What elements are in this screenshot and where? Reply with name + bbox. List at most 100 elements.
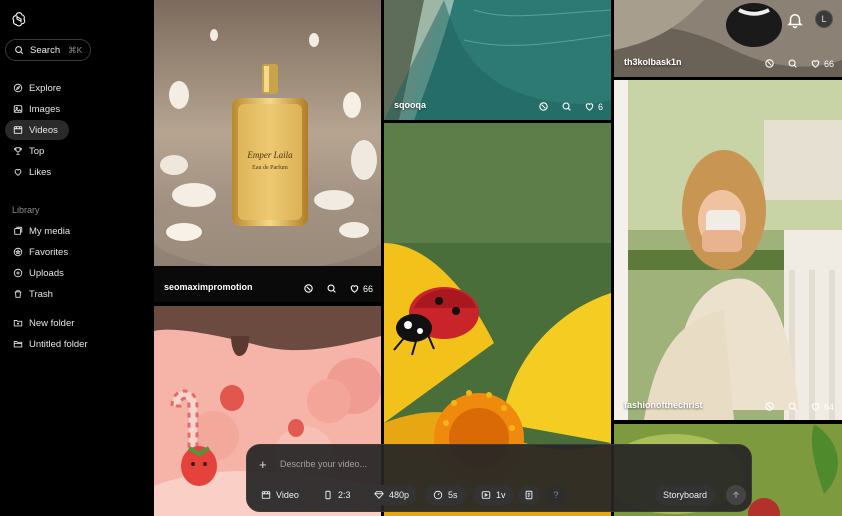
like-button[interactable]: 66 <box>349 283 373 294</box>
tile-actions: 64 <box>764 401 834 412</box>
search-shortcut: ⌘K <box>68 44 83 55</box>
tile-author[interactable]: sqooqa <box>394 100 426 110</box>
nav-label: Videos <box>29 124 58 136</box>
gallery-tile-aerial-water[interactable]: sqooqa 6 <box>384 0 611 120</box>
variations-button[interactable]: 1v <box>473 485 514 505</box>
search-similar-button[interactable] <box>326 283 337 294</box>
nav-item-my-media[interactable]: My media <box>5 221 95 241</box>
user-avatar[interactable]: L <box>815 10 833 28</box>
video-icon <box>261 491 271 499</box>
nav-label: Top <box>29 145 45 157</box>
nav-item-explore[interactable]: Explore <box>5 78 69 98</box>
trash-icon <box>14 290 22 298</box>
add-attachment-button[interactable]: + <box>259 457 267 472</box>
tile-author[interactable]: fashionofthechrist <box>624 400 703 410</box>
nav-label: New folder <box>29 317 75 329</box>
nav-label: My media <box>29 225 71 237</box>
like-count: 66 <box>823 58 834 69</box>
heart-icon <box>350 285 359 293</box>
sidebar: Search ⌘K Explore Images Videos Top Like… <box>0 0 154 516</box>
gallery-tile-skunk[interactable]: th3kolbask1n 66 <box>614 0 842 77</box>
variations-label: 1v <box>496 490 506 500</box>
tile-actions: 6 <box>538 101 603 112</box>
search-similar-button[interactable] <box>787 58 798 69</box>
submit-button[interactable] <box>726 485 746 505</box>
nav-item-top[interactable]: Top <box>5 141 69 161</box>
nav-item-images[interactable]: Images <box>5 99 69 119</box>
folder-icon <box>13 341 23 348</box>
heart-icon <box>585 103 594 111</box>
remix-button[interactable] <box>538 101 549 112</box>
perfume-image: Emper Laila Eau de Parfum <box>154 0 381 266</box>
remix-icon <box>304 284 313 293</box>
nav-item-favorites[interactable]: Favorites <box>5 242 95 262</box>
nav-item-videos[interactable]: Videos <box>5 120 69 140</box>
resolution-label: 480p <box>389 490 410 500</box>
library-section-label: Library <box>12 205 40 215</box>
search-icon <box>788 402 797 411</box>
video-icon <box>13 126 23 134</box>
prompt-input[interactable] <box>280 459 580 469</box>
clock-icon <box>433 490 443 500</box>
nav-label: Images <box>29 103 61 115</box>
nav-label: Likes <box>29 166 52 178</box>
like-count: 66 <box>362 283 373 294</box>
tile-author[interactable]: th3kolbask1n <box>624 57 682 67</box>
search-similar-button[interactable] <box>787 401 798 412</box>
search-button[interactable]: Search ⌘K <box>5 39 91 61</box>
prompt-composer: + Video 2:3 480p 5s 1v ? Storyboard <box>246 444 752 512</box>
image-icon <box>13 105 23 113</box>
search-icon <box>788 59 797 68</box>
like-count: 6 <box>597 101 603 112</box>
document-icon <box>525 490 533 500</box>
woman-coffee-image <box>614 80 842 420</box>
heart-icon <box>811 403 820 411</box>
portrait-icon <box>325 490 331 500</box>
resolution-button[interactable]: 480p <box>366 485 418 505</box>
app-logo-icon[interactable] <box>11 11 27 27</box>
search-icon <box>15 46 24 55</box>
like-button[interactable]: 66 <box>810 58 834 69</box>
nav-label: Favorites <box>29 246 69 258</box>
help-button[interactable]: ? <box>546 485 566 505</box>
aspect-ratio-button[interactable]: 2:3 <box>315 485 359 505</box>
star-icon <box>13 247 23 257</box>
remix-button[interactable] <box>764 401 775 412</box>
like-button[interactable]: 64 <box>810 401 834 412</box>
nav-label: Untitled folder <box>29 338 88 350</box>
remix-button[interactable] <box>303 283 314 294</box>
search-similar-button[interactable] <box>561 101 572 112</box>
trophy-icon <box>14 147 22 155</box>
new-folder-icon <box>13 320 23 327</box>
media-type-button[interactable]: Video <box>253 485 307 505</box>
remix-icon <box>765 402 774 411</box>
nav-label: Uploads <box>29 267 64 279</box>
storyboard-button[interactable]: Storyboard <box>655 485 716 505</box>
gallery-tile-perfume[interactable]: Emper Laila Eau de Parfum seomaximpromot… <box>154 0 381 302</box>
nav-label: Explore <box>29 82 62 94</box>
diamond-icon <box>374 491 384 500</box>
remix-icon <box>539 102 548 111</box>
media-type-label: Video <box>276 490 299 500</box>
gallery-tile-woman-coffee[interactable]: fashionofthechrist 64 <box>614 80 842 420</box>
nav-item-new-folder[interactable]: New folder <box>5 313 115 333</box>
like-button[interactable]: 6 <box>584 101 603 112</box>
upload-icon <box>13 268 23 278</box>
notifications-bell-icon[interactable] <box>786 11 804 29</box>
presets-button[interactable] <box>518 485 540 505</box>
arrow-up-icon <box>733 491 739 498</box>
tile-actions: 66 <box>303 283 373 294</box>
heart-icon <box>811 60 820 68</box>
svg-text:Emper Laila: Emper Laila <box>246 150 293 160</box>
remix-button[interactable] <box>764 58 775 69</box>
nav-item-trash[interactable]: Trash <box>5 284 95 304</box>
duration-button[interactable]: 5s <box>425 485 466 505</box>
tile-author[interactable]: seomaximpromotion <box>164 282 253 292</box>
nav-item-likes[interactable]: Likes <box>5 162 69 182</box>
nav-item-uploads[interactable]: Uploads <box>5 263 95 283</box>
nav-item-untitled-folder[interactable]: Untitled folder <box>5 334 115 354</box>
search-icon <box>562 102 571 111</box>
duration-label: 5s <box>448 490 458 500</box>
tile-actions: 66 <box>764 58 834 69</box>
remix-icon <box>765 59 774 68</box>
